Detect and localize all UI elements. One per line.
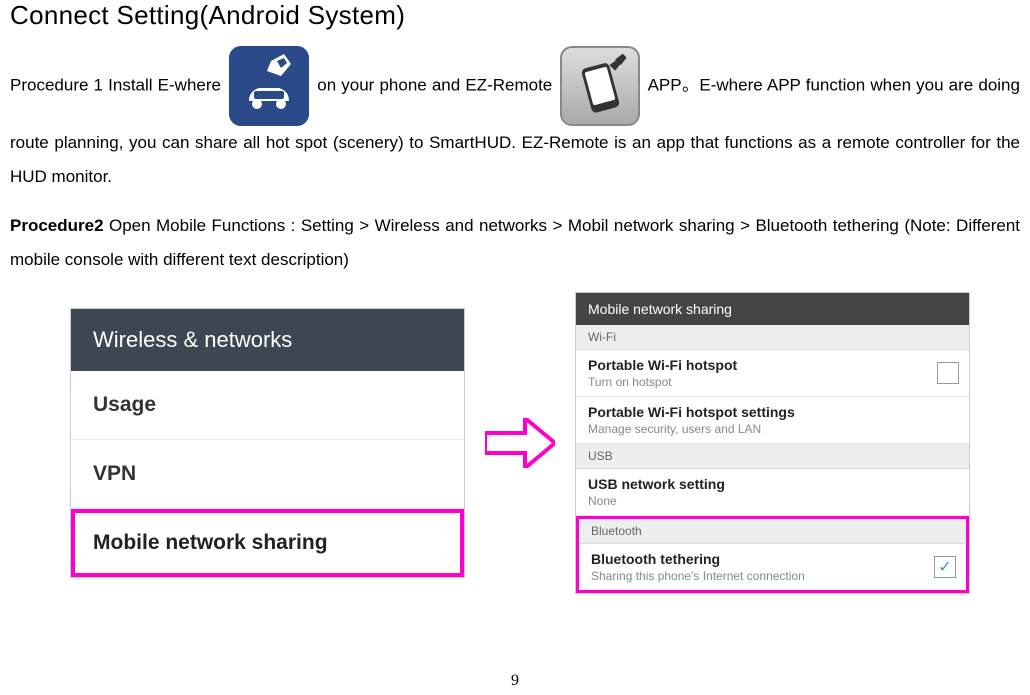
proc2-label: Procedure2 bbox=[10, 216, 104, 235]
wifi-hotspot-title: Portable Wi-Fi hotspot bbox=[588, 357, 957, 373]
wifi-hotspot-item[interactable]: Portable Wi-Fi hotspot Turn on hotspot bbox=[576, 350, 969, 397]
page-number: 9 bbox=[511, 672, 519, 690]
usb-title: USB network setting bbox=[588, 476, 957, 492]
bt-section-label: Bluetooth bbox=[579, 519, 966, 544]
mobile-network-sharing-screenshot: Mobile network sharing Wi-Fi Portable Wi… bbox=[575, 292, 970, 594]
wifi-hotspot-checkbox[interactable] bbox=[937, 362, 959, 384]
page-title: Connect Setting(Android System) bbox=[10, 0, 1020, 31]
procedure-2-text: Procedure2 Open Mobile Functions : Setti… bbox=[10, 209, 1020, 277]
bt-title: Bluetooth tethering bbox=[591, 551, 954, 567]
wifi-settings-sub: Manage security, users and LAN bbox=[588, 422, 957, 436]
proc1-part1: Procedure 1 Install E-where bbox=[10, 75, 221, 94]
usb-item[interactable]: USB network setting None bbox=[576, 469, 969, 516]
proc1-part2: on your phone and EZ-Remote bbox=[317, 75, 552, 94]
wifi-hotspot-sub: Turn on hotspot bbox=[588, 375, 957, 389]
ewhere-app-icon bbox=[229, 46, 309, 126]
screenshots-row: Wireless & networks Usage VPN Mobile net… bbox=[10, 292, 1020, 594]
proc2-text: Open Mobile Functions : Setting > Wirele… bbox=[10, 216, 1020, 269]
usage-item[interactable]: Usage bbox=[71, 371, 464, 440]
bluetooth-highlight-box: Bluetooth Bluetooth tethering Sharing th… bbox=[576, 516, 969, 593]
sharing-header: Mobile network sharing bbox=[576, 293, 969, 325]
wifi-settings-item[interactable]: Portable Wi-Fi hotspot settings Manage s… bbox=[576, 397, 969, 444]
wireless-networks-screenshot: Wireless & networks Usage VPN Mobile net… bbox=[70, 308, 465, 578]
arrow-right-icon bbox=[485, 418, 555, 468]
bt-tethering-item[interactable]: Bluetooth tethering Sharing this phone's… bbox=[579, 544, 966, 590]
check-icon: ✓ bbox=[938, 557, 951, 577]
usb-section-label: USB bbox=[576, 444, 969, 469]
vpn-item[interactable]: VPN bbox=[71, 440, 464, 509]
bt-sub: Sharing this phone's Internet connection bbox=[591, 569, 954, 583]
wireless-header: Wireless & networks bbox=[71, 309, 464, 371]
usb-sub: None bbox=[588, 494, 957, 508]
wifi-settings-title: Portable Wi-Fi hotspot settings bbox=[588, 404, 957, 420]
mobile-network-sharing-item[interactable]: Mobile network sharing bbox=[71, 509, 464, 577]
procedure-1-text: Procedure 1 Install E-where on your phon… bbox=[10, 46, 1020, 194]
wifi-section-label: Wi-Fi bbox=[576, 325, 969, 350]
bt-checkbox[interactable]: ✓ bbox=[934, 556, 956, 578]
ezremote-app-icon bbox=[560, 46, 640, 126]
